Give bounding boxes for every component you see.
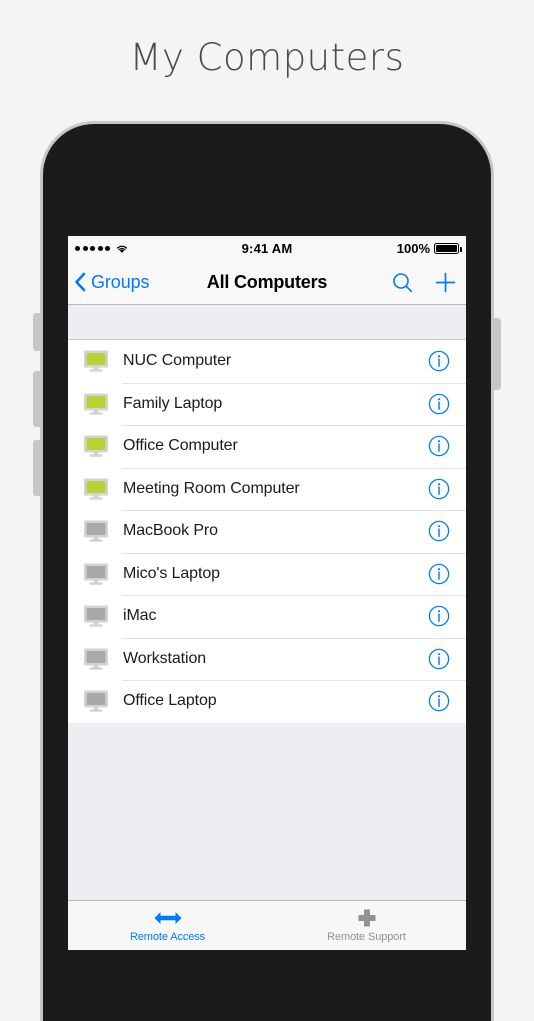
tab-remote-support[interactable]: Remote Support (267, 901, 466, 950)
plus-thick-icon (356, 908, 378, 928)
search-icon[interactable] (392, 272, 413, 293)
row-separator (122, 425, 466, 426)
computer-name: MacBook Pro (123, 522, 218, 540)
table-row[interactable]: Meeting Room Computer (68, 467, 466, 510)
table-row[interactable]: Mico's Laptop (68, 552, 466, 595)
tab-remote-access-label: Remote Access (129, 931, 206, 943)
row-separator (122, 595, 466, 596)
navigation-actions (392, 260, 456, 304)
computer-name: Family Laptop (123, 394, 223, 412)
row-separator (122, 510, 466, 511)
list-header-spacer (68, 305, 466, 340)
table-row[interactable]: Office Computer (68, 425, 466, 468)
status-bar-right: 100% (396, 236, 462, 260)
volume-up-button[interactable] (33, 371, 41, 427)
battery-full-icon (434, 242, 462, 254)
computer-name: Mico's Laptop (123, 564, 220, 582)
tab-bar: Remote Access Remote Support (68, 900, 466, 950)
tab-remote-access[interactable]: Remote Access (68, 901, 267, 950)
info-circle-icon[interactable] (428, 690, 466, 712)
info-circle-icon[interactable] (428, 393, 466, 415)
monitor-icon (83, 689, 109, 713)
computer-name: Office Laptop (123, 692, 217, 710)
info-circle-icon[interactable] (428, 350, 466, 372)
info-circle-icon[interactable] (428, 435, 466, 457)
double-arrow-icon (153, 908, 183, 928)
tab-remote-support-label: Remote Support (327, 931, 406, 943)
monitor-icon (83, 647, 109, 671)
volume-down-button[interactable] (33, 440, 41, 496)
monitor-icon (83, 562, 109, 586)
computers-list: NUC Computer Family Laptop Office Computer… (68, 340, 466, 723)
table-row[interactable]: Family Laptop (68, 382, 466, 425)
computer-name: iMac (123, 607, 157, 625)
info-circle-icon[interactable] (428, 563, 466, 585)
status-bar: 9:41 AM 100% (68, 236, 466, 260)
monitor-icon (83, 349, 109, 373)
monitor-icon (83, 604, 109, 628)
power-button[interactable] (493, 318, 501, 390)
computer-name: Meeting Room Computer (123, 479, 300, 497)
navigation-bar: Groups All Computers (68, 260, 466, 305)
monitor-icon (83, 477, 109, 501)
table-row[interactable]: iMac (68, 595, 466, 638)
mute-switch-button[interactable] (33, 313, 41, 351)
monitor-icon (83, 392, 109, 416)
row-separator (122, 382, 466, 384)
table-row[interactable]: Office Laptop (68, 680, 466, 723)
info-circle-icon[interactable] (428, 648, 466, 670)
row-separator (122, 467, 466, 469)
phone-screen: 9:41 AM 100% Groups All Computers NUC Co… (68, 236, 466, 950)
page-title: My Computers (129, 36, 405, 79)
computer-name: Workstation (123, 649, 207, 667)
computer-name: Office Computer (123, 437, 238, 455)
computers-table: NUC Computer Family Laptop Office Computer… (68, 340, 466, 950)
table-row[interactable]: MacBook Pro (68, 510, 466, 553)
monitor-icon (83, 519, 109, 543)
table-row[interactable]: Workstation (68, 637, 466, 680)
row-separator (122, 680, 466, 681)
plus-icon[interactable] (435, 272, 456, 293)
table-row[interactable]: NUC Computer (68, 340, 466, 383)
battery-percent-label: 100% (396, 240, 430, 256)
row-separator (122, 552, 466, 554)
info-circle-icon[interactable] (428, 478, 466, 500)
info-circle-icon[interactable] (428, 605, 466, 627)
monitor-icon (83, 434, 109, 458)
row-separator (122, 637, 466, 639)
computer-name: NUC Computer (123, 352, 232, 370)
info-circle-icon[interactable] (428, 520, 466, 542)
